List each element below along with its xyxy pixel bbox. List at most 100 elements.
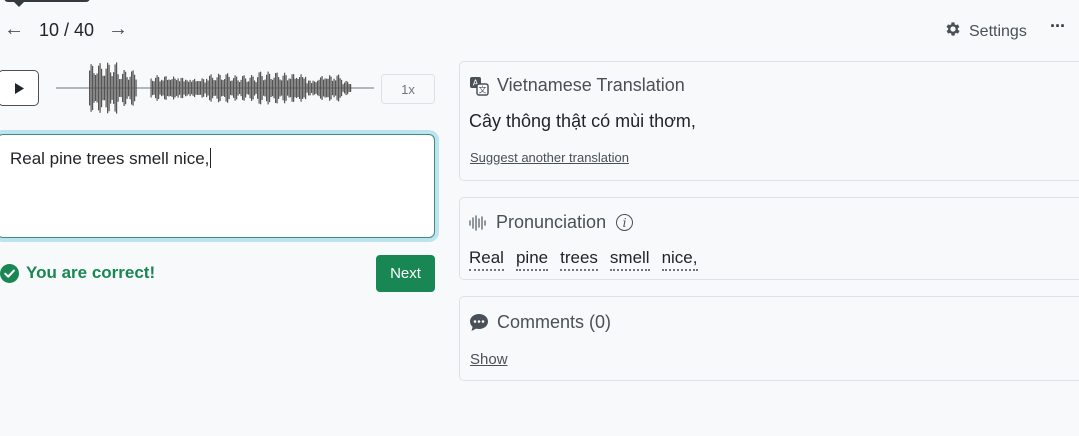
waveform-bar	[305, 76, 307, 100]
info-icon[interactable]: i	[616, 214, 634, 231]
pronunciation-word[interactable]: Real	[469, 248, 504, 271]
waveform-bar	[306, 83, 308, 93]
next-button[interactable]: Next	[376, 255, 435, 292]
waveform-bar	[188, 81, 190, 95]
waveform-bar	[156, 75, 158, 101]
waveform-bar	[236, 76, 238, 100]
waveform-bar	[329, 75, 331, 101]
waveform-bar	[228, 76, 230, 100]
waveform-bar	[347, 81, 349, 95]
waveform-bar	[266, 74, 268, 102]
waveform-bar	[182, 77, 184, 99]
check-circle-icon	[0, 263, 19, 283]
waveform-bar	[251, 75, 253, 101]
feedback-message: You are correct!	[0, 263, 155, 283]
audio-waveform[interactable]	[56, 60, 374, 116]
waveform-bar	[269, 73, 271, 103]
pronunciation-word[interactable]: nice,	[661, 248, 698, 271]
playback-speed-button[interactable]: 1x	[381, 74, 435, 104]
waveform-bar	[225, 74, 227, 102]
waveform-bar	[216, 77, 218, 99]
waveform-bar	[173, 76, 175, 100]
waveform-bar	[96, 73, 98, 103]
waveform-bar	[164, 76, 166, 100]
waveform-bar	[264, 79, 266, 97]
more-options-icon[interactable]: ···	[1050, 16, 1066, 37]
waveform-bar	[279, 79, 281, 97]
waveform-bar	[290, 78, 292, 98]
waveform-bar	[321, 76, 323, 100]
settings-button[interactable]: Settings	[944, 20, 1027, 43]
waveform-bar	[162, 80, 164, 96]
waveform-bar	[174, 78, 176, 98]
waveform-bar	[248, 81, 250, 95]
waveform-bar	[309, 80, 311, 96]
answer-text: Real pine trees smell nice,	[10, 149, 210, 168]
previous-arrow-icon[interactable]: ←	[1, 16, 27, 42]
waveform-bar	[221, 79, 223, 97]
answer-input[interactable]: Real pine trees smell nice,	[0, 134, 435, 238]
next-arrow-icon[interactable]: →	[105, 16, 131, 42]
pronunciation-word[interactable]: pine	[515, 248, 549, 271]
waveform-bar	[126, 77, 128, 99]
waveform-bar	[218, 73, 220, 103]
waveform-bar	[249, 77, 251, 99]
comments-card: Comments (0) Show	[459, 296, 1079, 381]
waveform-bar	[261, 75, 263, 101]
waveform-bar	[129, 76, 131, 100]
waveform-bar	[294, 78, 296, 98]
waveform-bar	[183, 81, 185, 95]
waveform-bar	[158, 77, 160, 99]
waveform-bar	[303, 78, 305, 98]
waveform-bar	[111, 76, 113, 100]
waveform-bar	[153, 81, 155, 95]
pronunciation-word[interactable]: trees	[560, 248, 598, 271]
play-button[interactable]	[0, 70, 39, 106]
waveform-bar	[275, 73, 277, 103]
translation-card: A 文 Vietnamese Translation Cây thông thậ…	[459, 61, 1079, 181]
pronunciation-title: Pronunciation	[496, 212, 607, 232]
waveform-bar	[110, 72, 112, 104]
waveform-bar	[339, 78, 341, 98]
waveform-bar	[114, 64, 116, 112]
waveform-bar	[179, 81, 181, 95]
translation-header: A 文 Vietnamese Translation	[469, 75, 685, 96]
waveform-bar	[170, 80, 172, 96]
suggest-translation-link[interactable]: Suggest another translation	[470, 150, 629, 165]
waveform-bar	[242, 76, 244, 100]
waveform-bar	[176, 80, 178, 96]
waveform-bar	[281, 80, 283, 96]
waveform-bar	[302, 77, 304, 99]
pronunciation-word[interactable]: smell	[609, 248, 650, 271]
waveform-bar	[117, 74, 119, 102]
comments-title: Comments (0)	[497, 312, 612, 332]
waveform-bar	[101, 68, 103, 108]
waveform-bar	[335, 80, 337, 96]
waveform-bar	[203, 79, 205, 97]
waveform-bar	[123, 69, 125, 107]
waveform-bar	[345, 80, 347, 96]
waveform-bar	[239, 82, 241, 94]
waveform-bar	[255, 82, 257, 94]
comment-icon	[470, 314, 488, 331]
waveform-bar	[246, 81, 248, 95]
waveform-bar	[258, 72, 260, 104]
waveform-bar	[297, 78, 299, 98]
pronunciation-words: Real pine trees smell nice,	[469, 248, 698, 271]
waveform-bar	[300, 74, 302, 102]
waveform-bar	[282, 75, 284, 101]
waveform-bar	[333, 78, 335, 98]
waveform-bar	[122, 73, 124, 103]
waveform-bar	[104, 75, 106, 101]
waveform-bar	[254, 80, 256, 96]
waveform-bar	[125, 71, 127, 105]
waveform-bar	[132, 70, 134, 106]
waveform-bar	[168, 79, 170, 97]
gear-icon	[944, 20, 962, 43]
waveform-bar	[311, 83, 313, 93]
waveform-bar	[308, 80, 310, 96]
show-comments-link[interactable]: Show	[470, 351, 508, 368]
waveform-bar	[98, 65, 100, 111]
waveform-bar	[314, 81, 316, 95]
waveform-bar	[285, 75, 287, 101]
